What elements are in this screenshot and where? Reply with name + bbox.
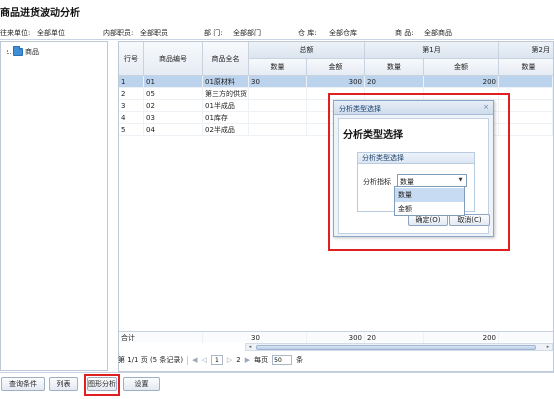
table-row[interactable]: 1 01 01原材料 30 300 20 200	[119, 76, 553, 88]
cell-total-qty	[249, 124, 307, 136]
total-row: 合计 30 300 20 200	[119, 331, 553, 344]
chevron-down-icon[interactable]: ▼	[456, 176, 465, 185]
pager-separator	[187, 355, 189, 365]
folder-icon	[13, 46, 23, 56]
cell-m1-amt: 200	[424, 76, 499, 88]
prev-page-icon[interactable]: ◁	[201, 356, 206, 364]
cell-name: 02半成品	[203, 124, 249, 136]
page-title: 商品进货波动分析	[0, 8, 80, 19]
page-size-input[interactable]	[272, 355, 293, 365]
cell-rowno: 1	[119, 76, 144, 88]
filter-dept-value[interactable]: 全部部门	[233, 28, 261, 38]
sub-header-total-qty[interactable]: 数量	[249, 59, 307, 76]
filter-staff-value[interactable]: 全部职员	[140, 28, 168, 38]
dialog-heading: 分析类型选择	[343, 130, 403, 141]
list-button[interactable]: 列表	[49, 377, 78, 391]
total-label: 合计	[119, 332, 203, 344]
cell-total-qty: 30	[249, 76, 307, 88]
sub-header-m1-qty[interactable]: 数量	[365, 59, 424, 76]
group-header-total: 总额	[249, 42, 365, 59]
col-header-name[interactable]: 商品全名	[203, 42, 249, 76]
next-page-number[interactable]: 2	[236, 356, 240, 364]
top-divider	[0, 39, 554, 40]
group-header-month2: 第2月	[499, 42, 553, 59]
filter-product-value[interactable]: 全部商品	[424, 28, 452, 38]
filter-product-label: 商 品:	[395, 29, 414, 37]
category-tree: 商品	[0, 41, 108, 371]
filter-dept-label: 部 门:	[204, 29, 223, 37]
dropdown-option-amount[interactable]: 金额	[395, 202, 464, 216]
cell-code: 05	[144, 88, 203, 100]
filter-staff-label: 内部职员:	[103, 29, 134, 37]
cell-code: 04	[144, 124, 203, 136]
bottom-toolbar: 查询条件 列表 图形分析 设置	[0, 372, 554, 399]
first-page-icon[interactable]: ◀	[192, 356, 197, 364]
pagination-bar: 第 1/1 页 (5 条记录) ◀ ◁ ▷ 2 ▶ 每页 条	[118, 353, 418, 367]
filter-unit-label: 往来单位:	[0, 29, 31, 37]
filter-warehouse-value[interactable]: 全部仓库	[329, 28, 357, 38]
col-header-rowno[interactable]: 行号	[119, 42, 144, 76]
col-header-code[interactable]: 商品编号	[144, 42, 203, 76]
tree-node-root[interactable]: 商品	[7, 46, 39, 57]
group-header-month1: 第1月	[365, 42, 499, 59]
dropdown-option-quantity[interactable]: 数量	[395, 188, 464, 202]
settings-button[interactable]: 设置	[123, 377, 160, 391]
scroll-right-icon[interactable]: ▸	[544, 344, 552, 350]
fieldset-title: 分析类型选择	[358, 153, 474, 164]
query-conditions-button[interactable]: 查询条件	[1, 377, 45, 391]
cell-name: 01半成品	[203, 100, 249, 112]
page-info: 第 1/1 页 (5 条记录)	[118, 356, 184, 364]
sub-header-m1-amt[interactable]: 金额	[424, 59, 499, 76]
cell-total-qty	[249, 112, 307, 124]
cell-name: 01库存	[203, 112, 249, 124]
dialog-title: 分析类型选择	[339, 105, 381, 113]
tree-connector	[7, 50, 11, 54]
horizontal-scrollbar[interactable]: ◂ ▸	[245, 343, 553, 351]
next-page-icon[interactable]: ▷	[227, 356, 232, 364]
page-size-unit: 条	[296, 356, 304, 364]
cell-rowno: 4	[119, 112, 144, 124]
cell-total-qty	[249, 88, 307, 100]
cell-m1-qty: 20	[365, 76, 424, 88]
cell-rowno: 5	[119, 124, 144, 136]
tree-node-label: 商品	[25, 48, 39, 56]
cell-code: 03	[144, 112, 203, 124]
page-size-label: 每页	[254, 356, 269, 364]
cell-name: 第三方的供货	[205, 88, 249, 100]
cell-m2-qty	[499, 76, 553, 88]
scrollbar-thumb[interactable]	[256, 345, 536, 350]
cell-code: 02	[144, 100, 203, 112]
cell-name: 01原材料	[203, 76, 249, 88]
sub-header-m2-qty[interactable]: 数量	[499, 59, 553, 76]
sub-header-total-amt[interactable]: 金额	[307, 59, 365, 76]
current-page-input[interactable]	[210, 355, 223, 365]
last-page-icon[interactable]: ▶	[245, 356, 250, 364]
cell-rowno: 3	[119, 100, 144, 112]
cell-total-qty	[249, 100, 307, 112]
metric-dropdown-list: 数量 金额	[394, 186, 465, 216]
filter-unit-value[interactable]: 全部单位	[37, 28, 65, 38]
filter-bar: 往来单位: 全部单位 内部职员: 全部职员 部 门: 全部部门 仓 库: 全部仓…	[0, 28, 554, 38]
cell-rowno: 2	[119, 88, 144, 100]
cell-code: 01	[144, 76, 203, 88]
chart-button-highlight	[84, 374, 120, 396]
filter-warehouse-label: 仓 库:	[298, 29, 317, 37]
scroll-left-icon[interactable]: ◂	[246, 344, 254, 350]
cell-total-amt: 300	[307, 76, 365, 88]
dialog-titlebar[interactable]: 分析类型选择 ×	[334, 101, 493, 115]
close-icon[interactable]: ×	[483, 103, 489, 111]
metric-label: 分析指标	[363, 178, 391, 186]
analysis-type-dialog: 分析类型选择 × 分析类型选择 分析类型选择 分析指标 数量 ▼ 确定(O) 取…	[333, 100, 494, 237]
